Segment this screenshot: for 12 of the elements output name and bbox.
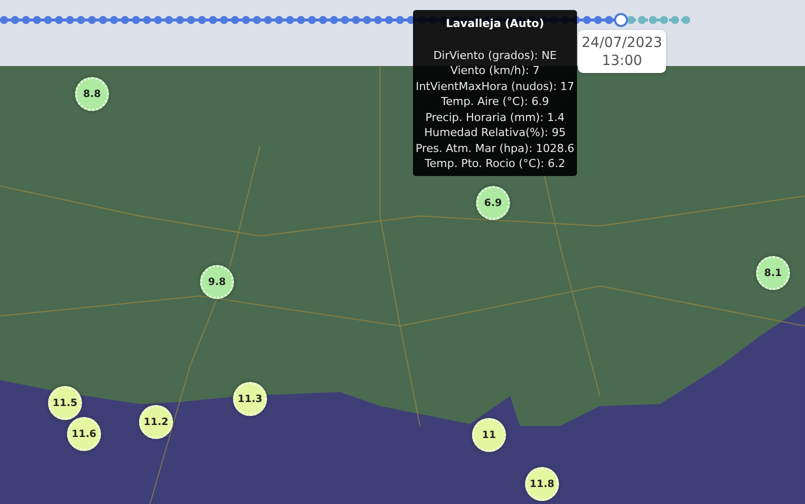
tooltip-line: Temp. Pto. Rocio (°C): 6.2: [424, 156, 566, 172]
tooltip-line: IntVientMaxHora (nudos): 17: [414, 78, 576, 94]
tooltip-line: Precip. Horaria (mm): 1.4: [424, 110, 566, 125]
tooltip-line: DirViento (grados): NE: [432, 48, 558, 63]
date-text: 24/07/2023: [582, 34, 662, 52]
tooltip-title: Lavalleja (Auto): [444, 16, 546, 32]
time-text: 13:00: [602, 52, 642, 70]
tooltip-line: Pres. Atm. Mar (hpa): 1028.6: [414, 140, 576, 156]
tooltip-line: Viento (km/h): 7: [449, 63, 541, 78]
tooltip-line: Temp. Aire (°C): 6.9: [440, 94, 550, 110]
timeline-handle[interactable]: [614, 13, 628, 27]
tooltip-line: Humedad Relativa(%): 95: [423, 125, 567, 140]
